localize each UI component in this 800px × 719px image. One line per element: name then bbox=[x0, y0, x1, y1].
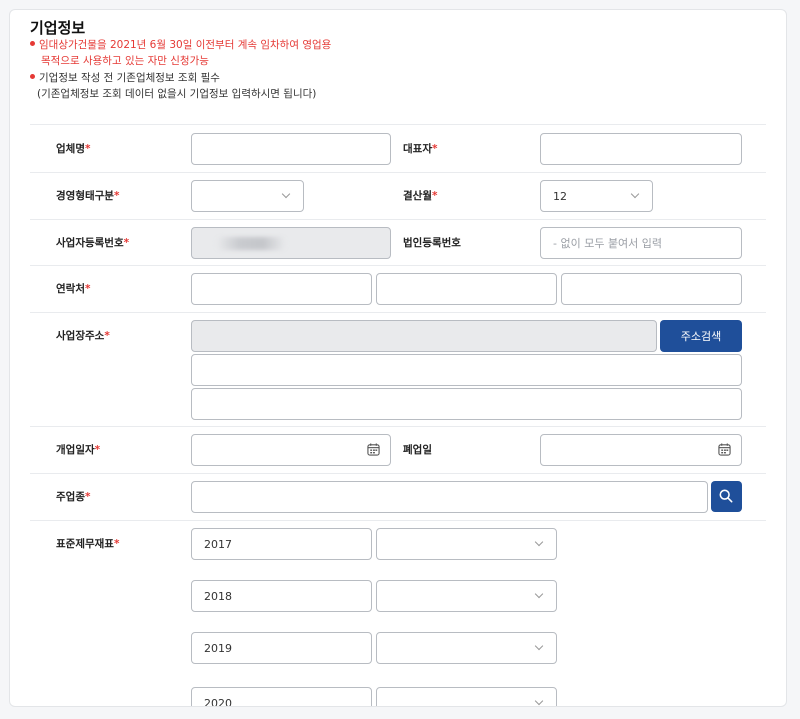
notice-eligibility: 임대상가건물을 2021년 6월 30일 이전부터 계속 임차하여 영업용 bbox=[30, 38, 331, 52]
label-financial-statements: 표준제무재표* bbox=[56, 538, 120, 550]
fs-year-2017: 2017 bbox=[191, 528, 372, 560]
label-main-industry: 주업종* bbox=[56, 491, 91, 503]
section-title: 기업정보 bbox=[30, 19, 86, 37]
company-name-input[interactable] bbox=[191, 133, 391, 165]
label-business-type: 경영형태구분* bbox=[56, 190, 120, 202]
divider bbox=[30, 265, 766, 266]
calendar-icon[interactable] bbox=[718, 443, 731, 456]
label-settlement-month: 결산월* bbox=[403, 190, 438, 202]
settlement-month-select[interactable]: 12 bbox=[540, 180, 653, 212]
search-icon bbox=[719, 489, 733, 503]
label-address: 사업장주소* bbox=[56, 330, 110, 342]
close-date-input[interactable] bbox=[540, 434, 742, 466]
business-reg-no-field bbox=[191, 227, 391, 259]
industry-search-button[interactable] bbox=[711, 481, 742, 512]
ceo-input[interactable] bbox=[540, 133, 742, 165]
divider bbox=[30, 124, 766, 125]
address-search-button[interactable]: 주소검색 bbox=[660, 320, 742, 352]
label-contact: 연락처* bbox=[56, 283, 91, 295]
fs-year-2018: 2018 bbox=[191, 580, 372, 612]
chevron-down-icon bbox=[534, 641, 544, 651]
open-date-input[interactable] bbox=[191, 434, 391, 466]
chevron-down-icon bbox=[534, 696, 544, 706]
contact-input-3[interactable] bbox=[561, 273, 742, 305]
address-zip-field bbox=[191, 320, 657, 352]
divider bbox=[30, 473, 766, 474]
company-info-card: 기업정보 임대상가건물을 2021년 6월 30일 이전부터 계속 임차하여 영… bbox=[9, 9, 787, 707]
divider bbox=[30, 426, 766, 427]
main-industry-input[interactable] bbox=[191, 481, 708, 513]
label-corp-reg-no: 법인등록번호 bbox=[403, 237, 461, 249]
contact-input-2[interactable] bbox=[376, 273, 557, 305]
chevron-down-icon bbox=[630, 189, 640, 199]
label-close-date: 폐업일 bbox=[403, 444, 432, 456]
chevron-down-icon bbox=[281, 189, 291, 199]
contact-input-1[interactable] bbox=[191, 273, 372, 305]
fs-year-2020: 2020 bbox=[191, 687, 372, 706]
divider bbox=[30, 172, 766, 173]
bullet-icon bbox=[30, 74, 35, 79]
business-type-select[interactable] bbox=[191, 180, 304, 212]
fs-select-2018[interactable] bbox=[376, 580, 557, 612]
notice-eligibility-cont: 목적으로 사용하고 있는 자만 신청가능 bbox=[41, 55, 209, 67]
divider bbox=[30, 312, 766, 313]
chevron-down-icon bbox=[534, 537, 544, 547]
fs-select-2020[interactable] bbox=[376, 687, 557, 706]
corp-reg-no-input[interactable]: - 없이 모두 붙여서 입력 bbox=[540, 227, 742, 259]
address-line2-input[interactable] bbox=[191, 388, 742, 420]
calendar-icon[interactable] bbox=[367, 443, 380, 456]
fs-year-2019: 2019 bbox=[191, 632, 372, 664]
notice-lookup: 기업정보 작성 전 기존업체정보 조회 필수 bbox=[30, 71, 220, 85]
fs-select-2019[interactable] bbox=[376, 632, 557, 664]
divider bbox=[30, 219, 766, 220]
bullet-icon bbox=[30, 41, 35, 46]
redacted-value bbox=[216, 237, 286, 250]
label-company-name: 업체명* bbox=[56, 143, 91, 155]
divider bbox=[30, 520, 766, 521]
address-line1-input[interactable] bbox=[191, 354, 742, 386]
label-open-date: 개업일자* bbox=[56, 444, 101, 456]
chevron-down-icon bbox=[534, 589, 544, 599]
label-ceo: 대표자* bbox=[403, 143, 438, 155]
notice-lookup-cont: (기존업체정보 조회 데이터 없을시 기업정보 입력하시면 됩니다) bbox=[37, 88, 317, 100]
label-business-reg-no: 사업자등록번호* bbox=[56, 237, 130, 249]
fs-select-2017[interactable] bbox=[376, 528, 557, 560]
